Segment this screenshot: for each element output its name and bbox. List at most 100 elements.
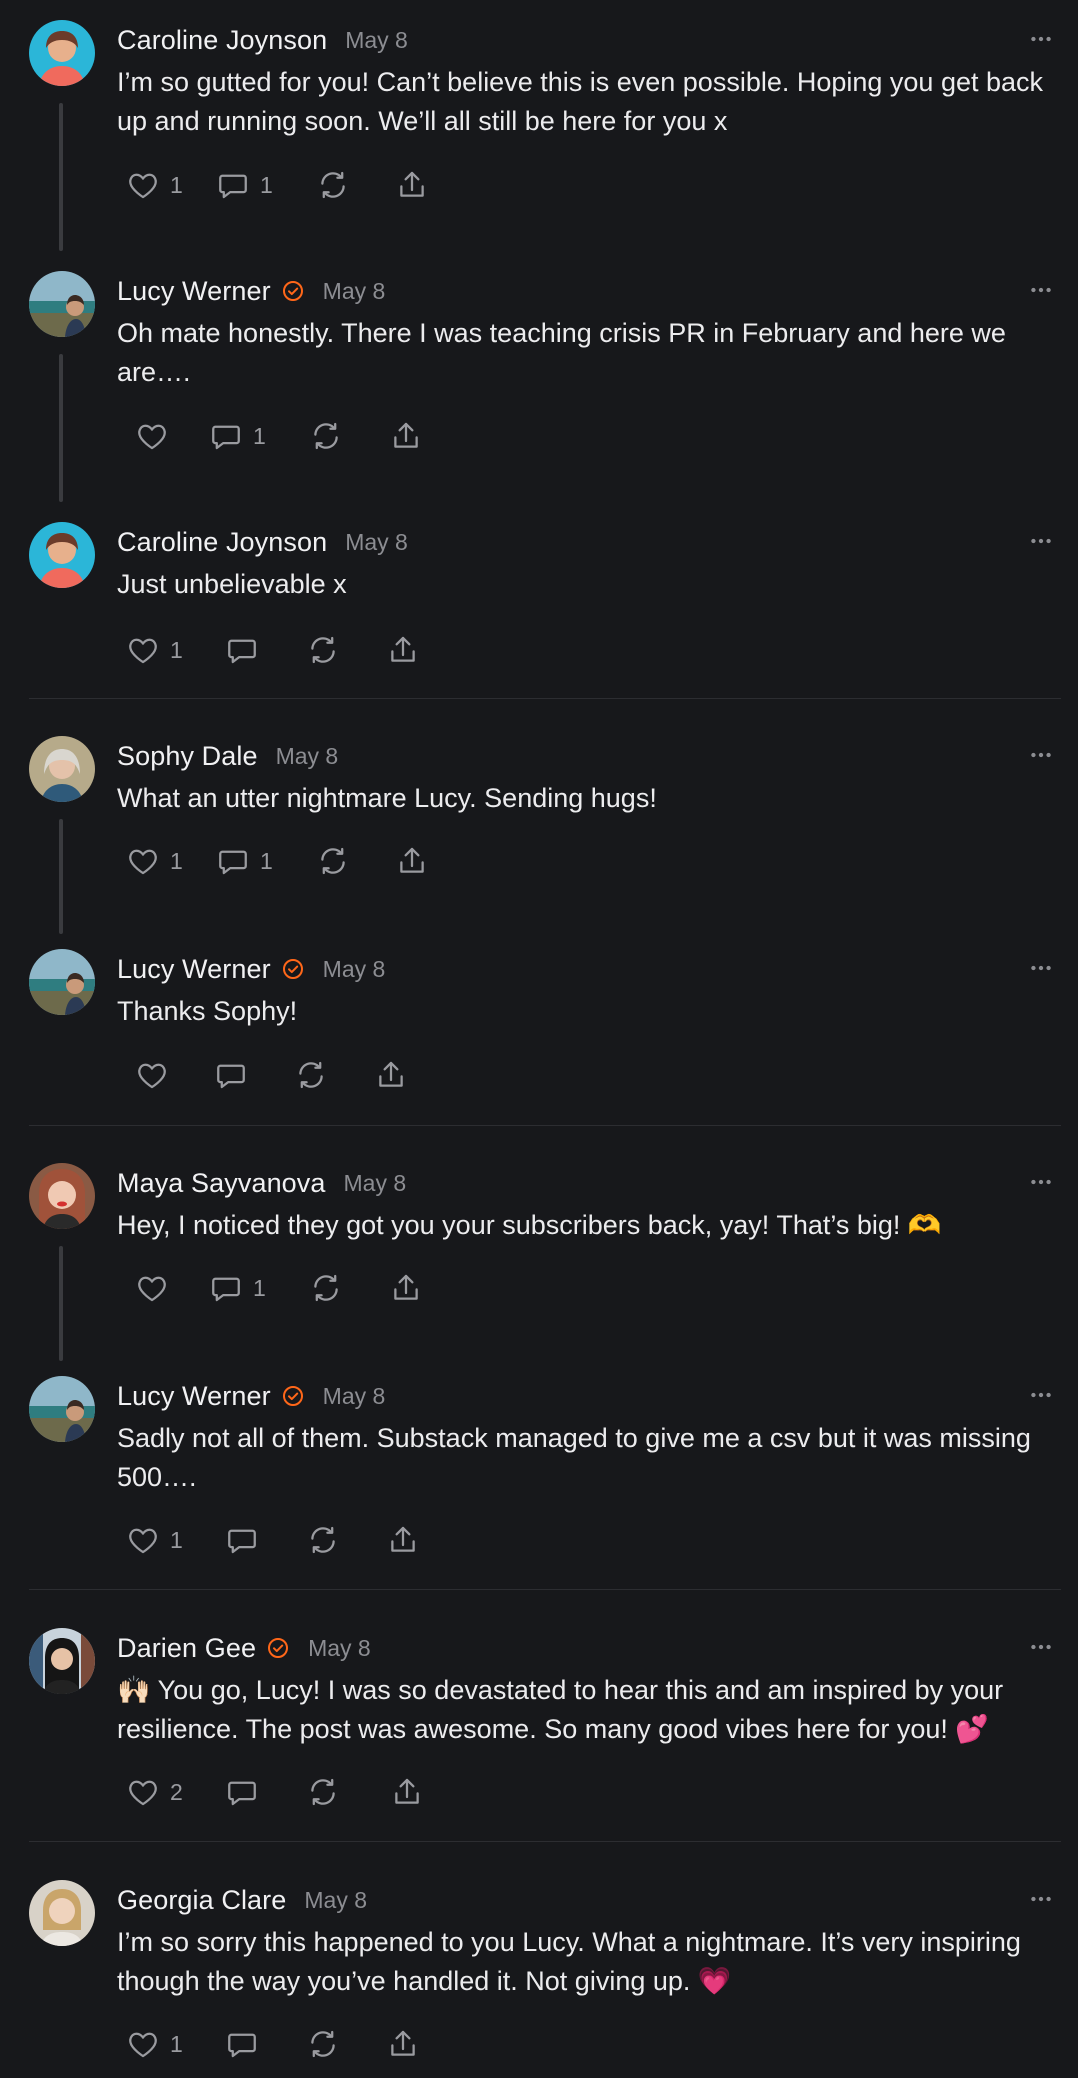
reply-button[interactable] (225, 1518, 306, 1562)
reply-button[interactable] (225, 2022, 306, 2066)
reply-button[interactable]: 1 (216, 163, 316, 207)
avatar[interactable] (29, 522, 95, 588)
restack-button[interactable] (306, 1518, 386, 1562)
restack-button[interactable] (316, 839, 395, 883)
comment-date[interactable]: May 8 (323, 278, 386, 305)
avatar[interactable] (29, 20, 95, 86)
more-options-icon[interactable] (1026, 1632, 1056, 1662)
author-name[interactable]: Sophy Dale (117, 741, 258, 772)
share-icon (386, 633, 420, 667)
verified-badge-icon (266, 1636, 290, 1660)
like-button[interactable] (135, 414, 209, 458)
more-options-icon[interactable] (1026, 1380, 1056, 1410)
reply-button[interactable]: 1 (209, 1266, 309, 1310)
comment-text: Oh mate honestly. There I was teaching c… (117, 318, 1006, 387)
share-button[interactable] (389, 414, 423, 458)
comment-header: Darien Gee May 8 (117, 1628, 371, 1668)
more-options-icon[interactable] (1026, 740, 1056, 770)
like-button[interactable]: 1 (126, 839, 216, 883)
author-name[interactable]: Darien Gee (117, 1633, 256, 1664)
author-name[interactable]: Lucy Werner (117, 276, 271, 307)
restack-button[interactable] (306, 628, 386, 672)
reply-button[interactable]: 1 (209, 414, 309, 458)
share-button[interactable] (389, 1266, 423, 1310)
author-name[interactable]: Caroline Joynson (117, 25, 327, 56)
author-name[interactable]: Georgia Clare (117, 1885, 286, 1916)
like-button[interactable]: 1 (126, 1518, 225, 1562)
comment-icon (225, 1523, 259, 1557)
more-options-icon[interactable] (1026, 526, 1056, 556)
comment-icon (216, 844, 250, 878)
share-button[interactable] (386, 2022, 420, 2066)
share-button[interactable] (395, 163, 429, 207)
more-options-icon[interactable] (1026, 1167, 1056, 1197)
restack-button[interactable] (306, 1770, 390, 1814)
restack-icon (306, 1523, 340, 1557)
comment-header: Sophy Dale May 8 (117, 736, 338, 776)
comment-date[interactable]: May 8 (345, 529, 408, 556)
comment-date[interactable]: May 8 (345, 27, 408, 54)
like-button[interactable]: 1 (126, 2022, 225, 2066)
author-name[interactable]: Caroline Joynson (117, 527, 327, 558)
share-button[interactable] (390, 1770, 424, 1814)
avatar[interactable] (29, 1628, 95, 1694)
comment-date[interactable]: May 8 (276, 743, 339, 770)
comment-text: I’m so gutted for you! Can’t believe thi… (117, 67, 1044, 136)
reply-count: 1 (260, 171, 273, 198)
divider (29, 1841, 1061, 1842)
thread-line (59, 354, 63, 502)
share-icon (395, 168, 429, 202)
more-options-icon[interactable] (1026, 953, 1056, 983)
comment-date[interactable]: May 8 (323, 1383, 386, 1410)
reply-button[interactable] (214, 1053, 294, 1097)
avatar[interactable] (29, 949, 95, 1015)
divider (29, 698, 1061, 699)
like-count: 1 (170, 1526, 183, 1553)
share-button[interactable] (395, 839, 429, 883)
like-button[interactable] (135, 1266, 209, 1310)
avatar[interactable] (29, 1880, 95, 1946)
reply-button[interactable] (225, 628, 306, 672)
share-icon (389, 1271, 423, 1305)
comment-date[interactable]: May 8 (304, 1887, 367, 1914)
reply-button[interactable] (225, 1770, 306, 1814)
reply-button[interactable]: 1 (216, 839, 316, 883)
comment-header: Caroline Joynson May 8 (117, 20, 408, 60)
share-button[interactable] (386, 628, 420, 672)
reply-count: 1 (253, 1274, 266, 1301)
thread-line (59, 103, 63, 251)
like-button[interactable]: 1 (126, 163, 216, 207)
author-name[interactable]: Lucy Werner (117, 1381, 271, 1412)
comment-date[interactable]: May 8 (308, 1635, 371, 1662)
avatar[interactable] (29, 1376, 95, 1442)
restack-button[interactable] (309, 414, 389, 458)
avatar[interactable] (29, 1163, 95, 1229)
heart-icon (135, 419, 169, 453)
more-options-icon[interactable] (1026, 1884, 1056, 1914)
like-button[interactable] (135, 1053, 214, 1097)
author-name[interactable]: Maya Sayvanova (117, 1168, 326, 1199)
restack-button[interactable] (309, 1266, 389, 1310)
restack-button[interactable] (316, 163, 395, 207)
comment-actions: 1 (126, 2022, 420, 2066)
share-button[interactable] (374, 1053, 408, 1097)
restack-button[interactable] (294, 1053, 374, 1097)
comment-date[interactable]: May 8 (344, 1170, 407, 1197)
more-options-icon[interactable] (1026, 24, 1056, 54)
like-button[interactable]: 1 (126, 628, 225, 672)
avatar[interactable] (29, 736, 95, 802)
heart-icon (126, 168, 160, 202)
author-name[interactable]: Lucy Werner (117, 954, 271, 985)
comment-date[interactable]: May 8 (323, 956, 386, 983)
avatar[interactable] (29, 271, 95, 337)
more-options-icon[interactable] (1026, 275, 1056, 305)
share-button[interactable] (386, 1518, 420, 1562)
comment-text: Hey, I noticed they got you your subscri… (117, 1210, 942, 1240)
heart-icon (126, 844, 160, 878)
restack-icon (316, 168, 350, 202)
comment-text: What an utter nightmare Lucy. Sending hu… (117, 783, 657, 813)
verified-badge-icon (281, 957, 305, 981)
comment-actions: 1 (135, 414, 423, 458)
restack-button[interactable] (306, 2022, 386, 2066)
like-button[interactable]: 2 (126, 1770, 225, 1814)
